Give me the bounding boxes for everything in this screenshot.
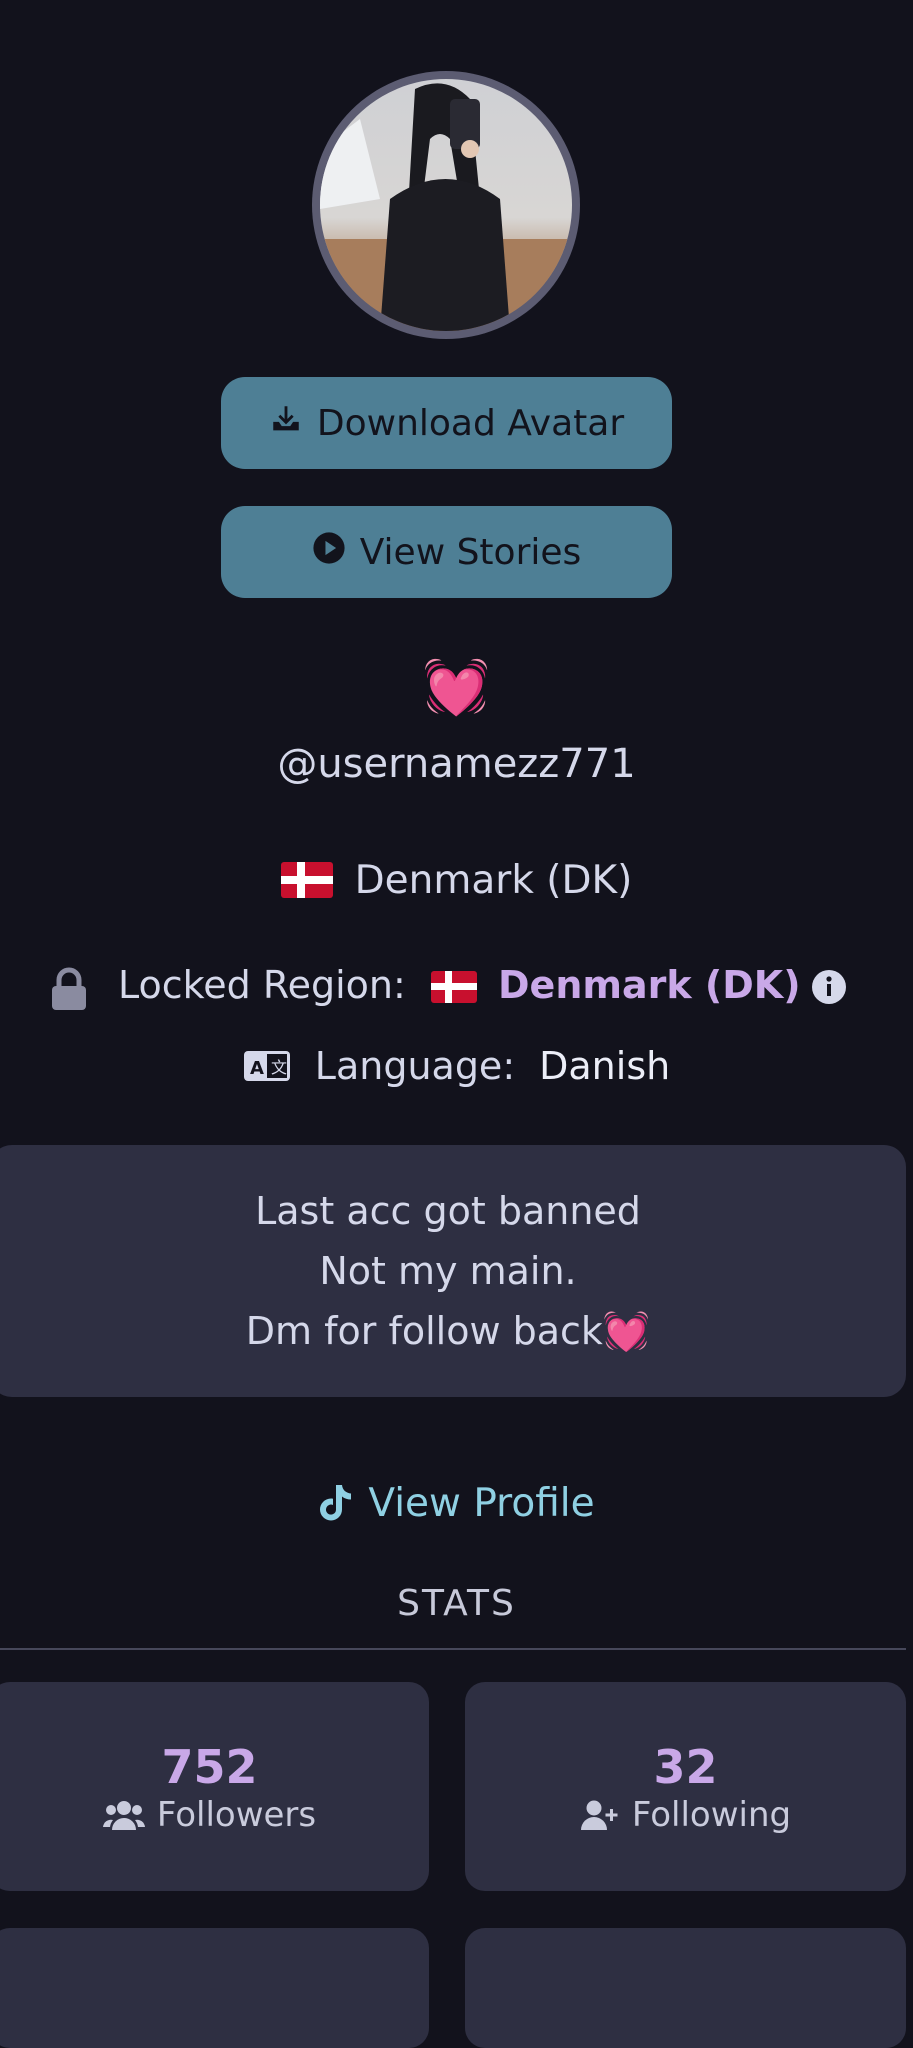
- language-value: Danish: [539, 1044, 671, 1088]
- following-count: 32: [653, 1739, 718, 1794]
- bio-card: Last acc got banned Not my main. Dm for …: [0, 1145, 906, 1397]
- download-avatar-button[interactable]: Download Avatar: [221, 377, 672, 469]
- info-icon[interactable]: [811, 969, 847, 1014]
- tiktok-icon: [318, 1483, 354, 1523]
- stat-card: [0, 1928, 429, 2048]
- locked-region-row: Locked Region: Denmark (DK): [0, 958, 913, 1018]
- view-profile-label: View Profile: [368, 1480, 595, 1526]
- following-card: 32 Following: [465, 1682, 906, 1891]
- view-stories-label: View Stories: [359, 531, 582, 573]
- username: @usernamezz771: [277, 741, 636, 787]
- user-plus-icon: [580, 1799, 620, 1831]
- download-avatar-label: Download Avatar: [316, 402, 625, 444]
- svg-text:文: 文: [271, 1058, 287, 1077]
- locked-region-value: Denmark (DK): [498, 963, 801, 1007]
- bio-line: Last acc got banned: [255, 1189, 641, 1233]
- users-icon: [102, 1799, 145, 1831]
- lock-icon: [50, 967, 88, 1020]
- avatar: [320, 79, 572, 331]
- locked-region-label: Locked Region:: [118, 963, 406, 1007]
- language-row: A文 Language: Danish: [0, 1036, 913, 1096]
- play-circle-icon: [312, 531, 346, 574]
- country-name: Denmark (DK): [354, 857, 633, 903]
- svg-text:A: A: [250, 1058, 264, 1079]
- language-label: Language:: [314, 1044, 516, 1088]
- view-profile-link[interactable]: View Profile: [0, 1470, 913, 1536]
- bio-line: Not my main.: [319, 1249, 577, 1293]
- view-stories-button[interactable]: View Stories: [221, 506, 672, 598]
- following-label: Following: [631, 1794, 792, 1835]
- heart-emoji: 💓: [422, 655, 491, 718]
- denmark-flag-icon: [431, 971, 477, 1003]
- stats-title: STATS: [397, 1583, 516, 1624]
- download-icon: [269, 402, 303, 445]
- followers-label: Followers: [156, 1794, 317, 1835]
- country-row: Denmark (DK): [0, 850, 913, 910]
- following-label-row: Following: [580, 1795, 791, 1835]
- followers-count: 752: [161, 1739, 258, 1794]
- avatar-frame: [312, 71, 580, 339]
- translate-icon: A文: [243, 1050, 291, 1082]
- stats-divider: [0, 1648, 906, 1650]
- followers-card: 752 Followers: [0, 1682, 429, 1891]
- stat-card: [465, 1928, 906, 2048]
- followers-label-row: Followers: [102, 1794, 317, 1835]
- bio-line: Dm for follow back💓: [245, 1309, 651, 1353]
- denmark-flag-icon: [280, 862, 333, 898]
